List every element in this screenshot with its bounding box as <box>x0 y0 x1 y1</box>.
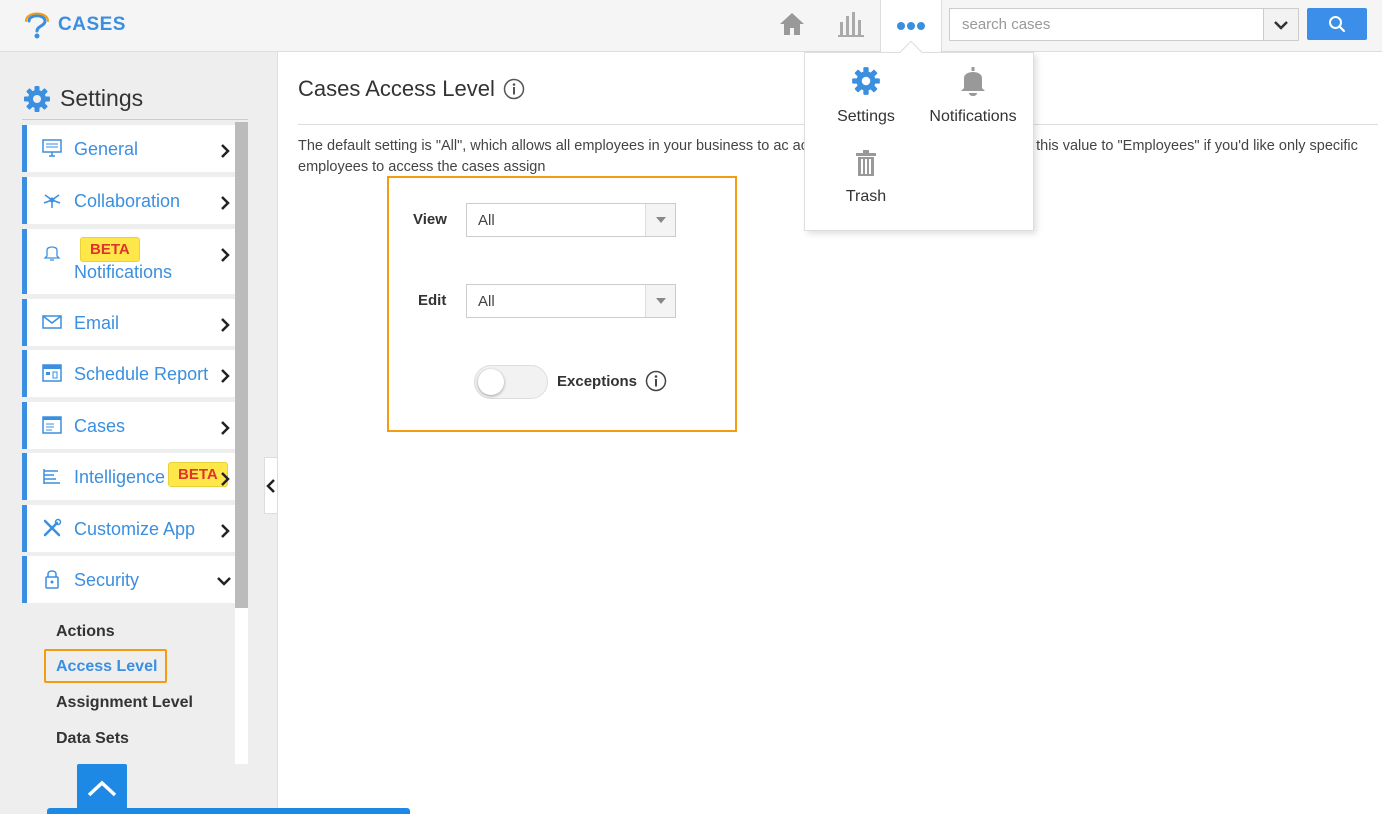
edit-label: Edit <box>418 292 447 309</box>
sidebar-item-general[interactable]: General <box>22 125 235 172</box>
menu-item-trash[interactable]: Trash <box>825 149 907 206</box>
lock-icon <box>41 568 63 590</box>
calendar-icon <box>41 362 63 384</box>
bell-icon <box>961 67 985 96</box>
app-title: CASES <box>58 14 126 35</box>
sidebar-item-label: Customize App <box>74 519 196 539</box>
view-select[interactable]: All <box>466 203 676 237</box>
bar-chart-icon <box>838 12 864 37</box>
search-box <box>949 8 1299 41</box>
menu-item-label: Notifications <box>929 108 1017 125</box>
chevron-right-icon <box>221 472 230 486</box>
envelope-icon <box>41 311 63 333</box>
sidebar-item-cases[interactable]: Cases <box>22 402 235 449</box>
exceptions-label: Exceptions <box>557 373 638 390</box>
submenu-access-level[interactable]: Access Level <box>44 649 167 683</box>
search-input[interactable] <box>950 9 1264 40</box>
edit-select[interactable]: All <box>466 284 676 318</box>
settings-sidebar: Settings General Collaboration BETA Noti… <box>0 52 278 814</box>
submenu-label: Access Level <box>56 658 158 675</box>
network-icon <box>41 189 63 211</box>
bell-icon <box>41 241 63 263</box>
menu-item-label: Trash <box>845 188 887 205</box>
sidebar-item-customize-app[interactable]: Customize App <box>22 505 235 552</box>
sidebar-item-schedule-report[interactable]: Schedule Report <box>22 350 235 397</box>
sidebar-scroll-track <box>235 608 248 764</box>
chevron-left-icon <box>266 478 275 493</box>
sidebar-item-collaboration[interactable]: Collaboration <box>22 177 235 224</box>
gear-icon <box>852 67 880 95</box>
info-icon[interactable] <box>503 78 525 100</box>
cases-logo-icon <box>25 12 49 39</box>
menu-item-label: Settings <box>837 108 895 125</box>
sidebar-item-intelligence[interactable]: Intelligence BETA <box>22 453 235 500</box>
sidebar-item-label: Intelligence <box>74 467 166 487</box>
app-logo[interactable]: CASES <box>24 8 126 42</box>
gear-icon <box>24 85 50 112</box>
monitor-icon <box>41 137 63 159</box>
tools-icon <box>41 517 63 539</box>
chevron-right-icon <box>221 369 230 383</box>
sidebar-item-label: Email <box>74 313 120 333</box>
chevron-right-icon <box>221 318 230 332</box>
bottom-panel-edge <box>47 808 410 814</box>
menu-item-settings[interactable]: Settings <box>825 65 907 126</box>
search-filter-dropdown[interactable] <box>1263 9 1298 40</box>
bars-icon <box>41 465 63 487</box>
more-menu-popover: Settings Notifications Trash <box>804 52 1034 231</box>
edit-select-value: All <box>478 293 495 310</box>
scroll-to-top-button[interactable] <box>77 764 127 814</box>
chevron-right-icon <box>221 144 230 158</box>
home-button[interactable] <box>776 8 808 40</box>
chevron-down-icon <box>1274 20 1288 30</box>
search-button[interactable] <box>1307 8 1367 40</box>
sidebar-header: Settings <box>22 78 248 120</box>
dropdown-arrow-icon <box>645 285 675 317</box>
sidebar-item-notifications[interactable]: BETA Notifications <box>22 229 235 294</box>
submenu-data-sets[interactable]: Data Sets <box>56 730 129 748</box>
page-title-text: Cases Access Level <box>298 76 495 101</box>
chevron-right-icon <box>221 524 230 538</box>
trash-icon <box>856 150 876 176</box>
dropdown-arrow-icon <box>645 204 675 236</box>
chevron-down-icon <box>217 577 231 586</box>
sidebar-item-label: Collaboration <box>74 191 181 211</box>
top-bar: CASES <box>0 0 1382 52</box>
chevron-right-icon <box>221 421 230 435</box>
chevron-up-icon <box>87 780 117 797</box>
more-dots-icon <box>897 22 925 30</box>
chevron-right-icon <box>221 248 230 262</box>
cases-icon <box>41 414 63 436</box>
submenu-actions[interactable]: Actions <box>56 623 115 641</box>
access-level-form: View All Edit All Exceptions <box>387 176 737 432</box>
page-title: Cases Access Level <box>298 76 525 102</box>
sidebar-item-security[interactable]: Security <box>22 556 235 603</box>
search-icon <box>1329 16 1346 33</box>
menu-item-notifications[interactable]: Notifications <box>923 65 1023 126</box>
view-select-value: All <box>478 212 495 229</box>
info-icon[interactable] <box>645 370 667 392</box>
sidebar-item-label: General <box>74 139 139 159</box>
sidebar-item-label: Security <box>74 570 140 590</box>
reports-button[interactable] <box>835 8 867 40</box>
sidebar-item-label: Cases <box>74 416 126 436</box>
exceptions-toggle[interactable] <box>474 365 548 399</box>
home-icon <box>780 13 804 35</box>
sidebar-item-label: Schedule Report <box>74 364 209 384</box>
sidebar-item-email[interactable]: Email <box>22 299 235 346</box>
collapse-sidebar-button[interactable] <box>264 457 278 514</box>
sidebar-scrollbar[interactable] <box>235 122 248 610</box>
sidebar-item-label: Notifications <box>74 262 173 282</box>
chevron-right-icon <box>221 196 230 210</box>
submenu-assignment-level[interactable]: Assignment Level <box>56 694 193 712</box>
sidebar-title: Settings <box>60 85 144 111</box>
beta-badge: BETA <box>80 237 140 262</box>
view-label: View <box>413 211 447 228</box>
toggle-knob <box>478 369 504 395</box>
